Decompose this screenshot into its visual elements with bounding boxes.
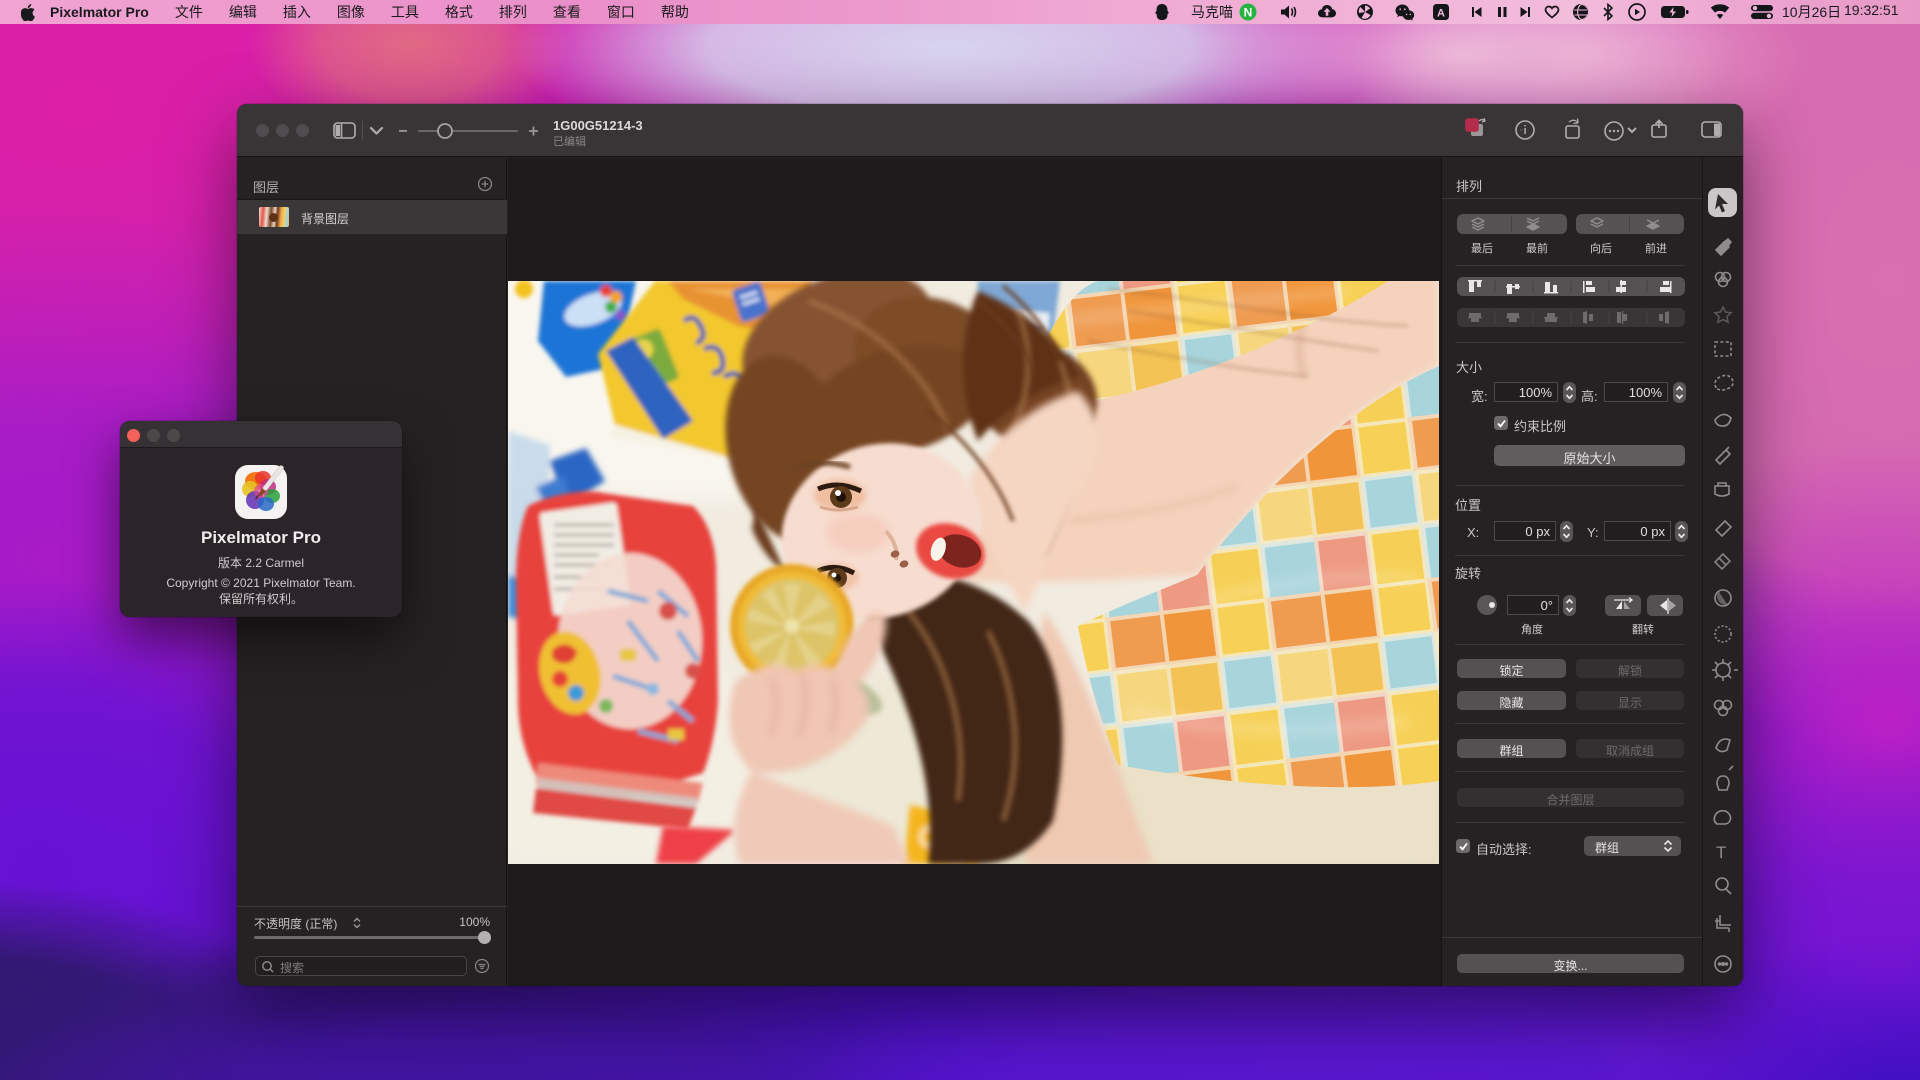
svg-text:T: T — [1716, 843, 1726, 862]
svg-text:A: A — [1437, 8, 1445, 20]
svg-text:N: N — [1244, 6, 1253, 20]
